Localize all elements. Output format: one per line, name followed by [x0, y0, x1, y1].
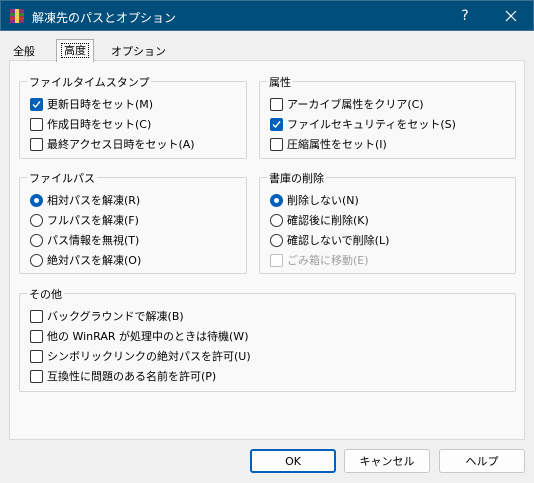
- option-label: 作成日時をセット(C): [47, 118, 152, 131]
- cancel-button[interactable]: キャンセル: [344, 449, 430, 473]
- checkbox-extract-background[interactable]: バックグラウンドで解凍(B): [30, 308, 184, 324]
- radio-selected-icon: [270, 193, 283, 207]
- option-label: シンボリックリンクの絶対パスを許可(U): [47, 350, 251, 363]
- option-label: 更新日時をセット(M): [47, 98, 154, 111]
- checkbox-icon: [270, 97, 283, 111]
- winrar-icon: [10, 9, 24, 23]
- title-bar: 解凍先のパスとオプション ?: [0, 0, 534, 31]
- option-label: 絶対パスを解凍(O): [47, 254, 142, 267]
- tab-label: 高度: [61, 43, 89, 58]
- help-button[interactable]: ヘルプ: [439, 449, 525, 473]
- checkbox-wait-other-winrar[interactable]: 他の WinRAR が処理中のときは待機(W): [30, 328, 248, 344]
- close-button[interactable]: [488, 1, 534, 31]
- radio-extract-full-paths[interactable]: フルパスを解凍(F): [30, 212, 139, 228]
- option-label: ごみ箱に移動(E): [287, 254, 369, 267]
- group-file-timestamps: ファイルタイムスタンプ 更新日時をセット(M) 作成日時をセット(C) 最終アク…: [19, 74, 247, 159]
- option-label: ファイルセキュリティをセット(S): [287, 118, 456, 131]
- checkbox-checked-icon: [270, 117, 283, 131]
- radio-icon: [30, 213, 43, 227]
- tab-advanced[interactable]: 高度: [56, 39, 94, 62]
- group-file-path: ファイルパス 相対パスを解凍(R) フルパスを解凍(F) パス情報を無視(T) …: [19, 170, 247, 274]
- radio-extract-relative-paths[interactable]: 相対パスを解凍(R): [30, 192, 140, 208]
- group-title: ファイルタイムスタンプ: [27, 74, 152, 90]
- checkbox-set-file-security[interactable]: ファイルセキュリティをセット(S): [270, 116, 456, 132]
- option-label: 確認後に削除(K): [287, 214, 369, 227]
- checkbox-checked-icon: [30, 97, 43, 111]
- checkbox-set-creation-time[interactable]: 作成日時をセット(C): [30, 116, 151, 132]
- radio-do-not-delete[interactable]: 削除しない(N): [270, 192, 359, 208]
- checkbox-icon: [30, 137, 43, 151]
- radio-ignore-paths[interactable]: パス情報を無視(T): [30, 232, 139, 248]
- radio-delete-without-confirm[interactable]: 確認しないで削除(L): [270, 232, 389, 248]
- checkbox-set-modified-time[interactable]: 更新日時をセット(M): [30, 96, 153, 112]
- checkbox-icon: [30, 329, 43, 343]
- window-title: 解凍先のパスとオプション: [32, 11, 177, 25]
- option-label: 相対パスを解凍(R): [47, 194, 141, 207]
- checkbox-icon: [30, 309, 43, 323]
- radio-selected-icon: [30, 193, 43, 207]
- option-label: 他の WinRAR が処理中のときは待機(W): [47, 330, 249, 343]
- radio-icon: [270, 213, 283, 227]
- option-label: バックグラウンドで解凍(B): [47, 310, 184, 323]
- radio-icon: [30, 233, 43, 247]
- option-label: 互換性に問題のある名前を許可(P): [47, 370, 217, 383]
- group-title: その他: [27, 286, 64, 302]
- help-title-button[interactable]: ?: [442, 1, 488, 31]
- group-title: ファイルパス: [27, 170, 97, 186]
- radio-icon: [30, 253, 43, 267]
- option-label: フルパスを解凍(F): [47, 214, 139, 227]
- option-label: 最終アクセス日時をセット(A): [47, 138, 195, 151]
- checkbox-icon: [30, 369, 43, 383]
- radio-delete-after-confirm[interactable]: 確認後に削除(K): [270, 212, 369, 228]
- ok-button[interactable]: OK: [250, 449, 336, 473]
- checkbox-allow-absolute-symlinks[interactable]: シンボリックリンクの絶対パスを許可(U): [30, 348, 251, 364]
- radio-icon: [270, 233, 283, 247]
- tab-general[interactable]: 全般: [9, 41, 39, 61]
- checkbox-disabled-icon: [270, 253, 283, 267]
- checkbox-icon: [30, 117, 43, 131]
- option-label: 圧縮属性をセット(I): [287, 138, 387, 151]
- checkbox-move-to-recycle-bin: ごみ箱に移動(E): [270, 252, 369, 268]
- tab-label: 全般: [13, 45, 35, 58]
- checkbox-icon: [270, 137, 283, 151]
- close-icon: [505, 10, 517, 22]
- tab-label: オプション: [111, 45, 166, 58]
- group-title: 書庫の削除: [267, 170, 326, 186]
- tab-panel-advanced: ファイルタイムスタンプ 更新日時をセット(M) 作成日時をセット(C) 最終アク…: [9, 60, 525, 440]
- tab-options[interactable]: オプション: [107, 41, 170, 61]
- checkbox-clear-archive-attr[interactable]: アーカイブ属性をクリア(C): [270, 96, 424, 112]
- group-misc: その他 バックグラウンドで解凍(B) 他の WinRAR が処理中のときは待機(…: [19, 286, 516, 392]
- checkbox-allow-incompatible-names[interactable]: 互換性に問題のある名前を許可(P): [30, 368, 216, 384]
- group-delete-archive: 書庫の削除 削除しない(N) 確認後に削除(K) 確認しないで削除(L) ごみ箱…: [259, 170, 516, 274]
- option-label: アーカイブ属性をクリア(C): [287, 98, 424, 111]
- group-title: 属性: [267, 74, 293, 90]
- option-label: パス情報を無視(T): [47, 234, 140, 247]
- option-label: 削除しない(N): [287, 194, 359, 207]
- checkbox-icon: [30, 349, 43, 363]
- checkbox-set-compressed-attr[interactable]: 圧縮属性をセット(I): [270, 136, 387, 152]
- group-attributes: 属性 アーカイブ属性をクリア(C) ファイルセキュリティをセット(S) 圧縮属性…: [259, 74, 516, 159]
- checkbox-set-access-time[interactable]: 最終アクセス日時をセット(A): [30, 136, 195, 152]
- radio-extract-absolute-paths[interactable]: 絶対パスを解凍(O): [30, 252, 141, 268]
- option-label: 確認しないで削除(L): [287, 234, 390, 247]
